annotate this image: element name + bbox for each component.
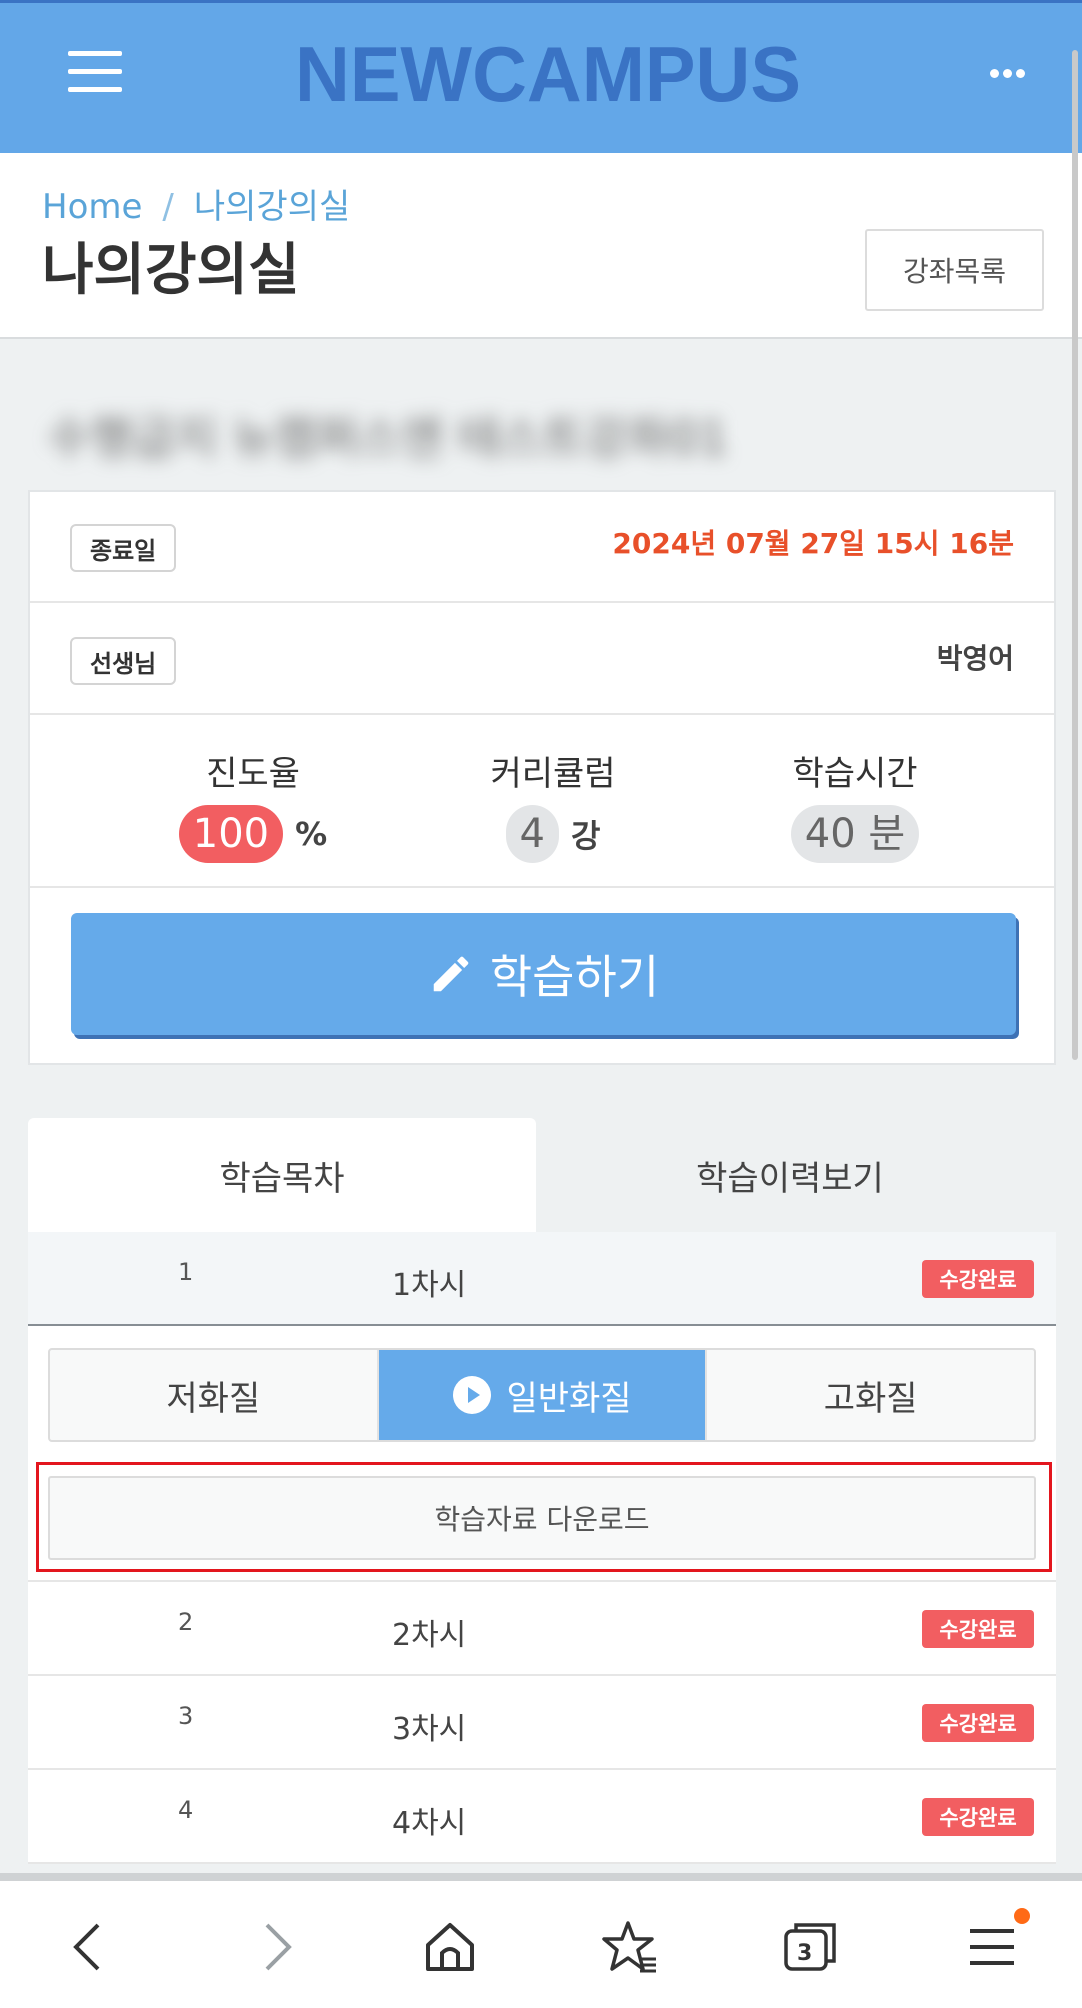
study-time-pill: 40 분	[790, 805, 920, 863]
teacher-value: 박영어	[936, 642, 1014, 675]
lesson-title: 4차시	[392, 1806, 467, 1841]
study-time-label: 학습시간	[792, 754, 918, 794]
lesson-title: 2차시	[392, 1618, 467, 1653]
curriculum-value: 4	[505, 805, 559, 863]
quality-normal-button[interactable]: 일반화질	[378, 1350, 708, 1440]
curriculum-label: 커리큘럼	[490, 754, 616, 794]
quality-selector: 저화질 일반화질 고화질	[48, 1348, 1036, 1442]
lesson-title: 3차시	[392, 1712, 467, 1747]
lesson-list: 1 1차시 수강완료 저화질 일반화질 고화질 학습자료 다운로드 2 2차시 …	[28, 1232, 1056, 1864]
bookmark-star-icon[interactable]	[600, 1917, 660, 1977]
course-info-card: 종료일 2024년 07월 27일 15시 16분 선생님 박영어 진도율 10…	[28, 490, 1056, 1065]
progress-stat: 진도율 100 %	[128, 746, 378, 863]
back-icon[interactable]	[60, 1917, 120, 1977]
curriculum-unit: 강	[571, 817, 601, 855]
lesson-row[interactable]: 2 2차시 수강완료	[28, 1582, 1056, 1676]
teacher-row: 선생님 박영어	[30, 603, 1054, 715]
newcampus-logo[interactable]: NEWCAMPUS	[292, 35, 804, 111]
forward-icon[interactable]	[245, 1917, 305, 1977]
lesson-title: 1차시	[392, 1268, 467, 1303]
teacher-tag: 선생님	[70, 637, 177, 685]
download-materials-button[interactable]: 학습자료 다운로드	[48, 1476, 1036, 1560]
lesson-number: 4	[178, 1796, 194, 1824]
more-icon[interactable]	[990, 63, 1030, 81]
course-list-button[interactable]: 강좌목록	[865, 229, 1044, 311]
quality-low-button[interactable]: 저화질	[50, 1350, 379, 1440]
tabs-icon[interactable]: 3	[780, 1917, 840, 1977]
breadcrumb-separator: /	[162, 187, 174, 227]
tab-bar: 학습목차 학습이력보기	[28, 1118, 1056, 1232]
breadcrumb-current[interactable]: 나의강의실	[194, 187, 350, 227]
end-date-row: 종료일 2024년 07월 27일 15시 16분	[30, 492, 1054, 603]
quality-high-button[interactable]: 고화질	[707, 1350, 1034, 1440]
status-badge: 수강완료	[922, 1798, 1034, 1836]
app-header: NEWCAMPUS	[0, 0, 1082, 153]
lesson-number: 3	[178, 1702, 194, 1730]
study-time-unit: 분	[868, 811, 906, 857]
tab-toc[interactable]: 학습목차	[28, 1118, 536, 1232]
menu-icon[interactable]	[68, 51, 122, 93]
progress-unit: %	[295, 815, 328, 853]
study-time-value: 40	[804, 811, 856, 857]
lesson-number: 2	[178, 1608, 194, 1636]
lesson-row[interactable]: 1 1차시 수강완료	[28, 1232, 1056, 1326]
lesson-row[interactable]: 3 3차시 수강완료	[28, 1676, 1056, 1770]
play-icon	[453, 1376, 492, 1414]
scrollbar[interactable]	[1072, 50, 1078, 1060]
lesson-row[interactable]: 4 4차시 수강완료	[28, 1770, 1056, 1864]
status-badge: 수강완료	[922, 1704, 1034, 1742]
curriculum-stat: 커리큘럼 4 강	[428, 746, 678, 863]
progress-label: 진도율	[206, 754, 300, 794]
course-name-text: 수행급지 뉴캠퍼스엔 테스트강좌01	[48, 411, 729, 465]
logo-text: NEWCAMPUS	[295, 35, 801, 111]
breadcrumb: Home / 나의강의실	[42, 179, 350, 228]
study-time-stat: 학습시간 40 분	[730, 746, 980, 863]
breadcrumb-home[interactable]: Home	[42, 187, 142, 227]
quality-selector-wrap: 저화질 일반화질 고화질	[28, 1326, 1056, 1460]
end-date-value: 2024년 07월 27일 15시 16분	[612, 527, 1014, 560]
study-button-label: 학습하기	[489, 950, 660, 1004]
quality-normal-label: 일반화질	[506, 1378, 632, 1419]
end-date-tag: 종료일	[70, 524, 177, 572]
notification-dot	[1014, 1908, 1030, 1924]
tab-history[interactable]: 학습이력보기	[536, 1118, 1044, 1232]
tabs-count: 3	[797, 1941, 813, 1966]
download-wrap: 학습자료 다운로드	[28, 1460, 1056, 1572]
study-button[interactable]: 학습하기	[71, 913, 1016, 1035]
browser-bottom-bar: 3	[0, 1873, 1082, 2008]
browser-menu-icon[interactable]	[962, 1917, 1022, 1977]
page-header: Home / 나의강의실 나의강의실 강좌목록	[0, 153, 1082, 339]
lesson-number: 1	[178, 1258, 194, 1286]
page-title: 나의강의실	[42, 238, 300, 303]
pencil-icon	[433, 956, 469, 992]
course-name: 수행급지 뉴캠퍼스엔 테스트강좌01	[48, 402, 748, 465]
home-icon[interactable]	[420, 1917, 480, 1977]
status-badge: 수강완료	[922, 1260, 1034, 1298]
status-badge: 수강완료	[922, 1610, 1034, 1648]
progress-value: 100	[178, 805, 284, 863]
